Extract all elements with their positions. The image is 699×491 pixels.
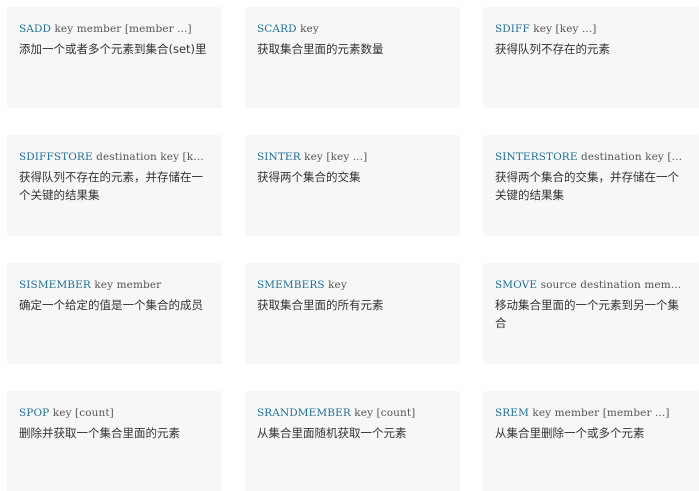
command-name: SREM (495, 407, 529, 419)
command-description: 删除并获取一个集合里面的元素 (19, 426, 180, 440)
command-description: 确定一个给定的值是一个集合的成员 (19, 298, 203, 312)
command-signature: SADD key member [member ...] (19, 21, 210, 37)
command-signature: SMEMBERS key (257, 277, 448, 293)
command-card-spop[interactable]: SPOP key [count] 删除并获取一个集合里面的元素 (7, 391, 222, 491)
command-args: key [key ...] (304, 151, 368, 163)
command-args: key (300, 23, 319, 35)
command-description: 从集合里面随机获取一个元素 (257, 426, 407, 440)
command-signature: SINTER key [key ...] (257, 149, 448, 165)
command-card-sismember[interactable]: SISMEMBER key member 确定一个给定的值是一个集合的成员 (7, 263, 222, 364)
command-signature: SISMEMBER key member (19, 277, 210, 293)
command-card-srandmember[interactable]: SRANDMEMBER key [count] 从集合里面随机获取一个元素 (245, 391, 460, 491)
command-card-sdiffstore[interactable]: SDIFFSTORE destination key [k… 获得队列不存在的元… (7, 135, 222, 236)
command-description: 获得队列不存在的元素，并存储在一个关键的结果集 (19, 170, 203, 202)
command-args: key [count] (354, 407, 416, 419)
command-name: SDIFF (495, 23, 530, 35)
command-description: 获得两个集合的交集，并存储在一个关键的结果集 (495, 170, 679, 202)
command-signature: SDIFFSTORE destination key [k… (19, 149, 210, 165)
command-args: destination key [k… (96, 151, 204, 163)
command-description: 添加一个或者多个元素到集合(set)里 (19, 42, 207, 56)
command-signature: SCARD key (257, 21, 448, 37)
command-description: 获得两个集合的交集 (257, 170, 361, 184)
command-name: SINTER (257, 151, 301, 163)
command-description: 获取集合里面的所有元素 (257, 298, 384, 312)
command-args: key member [member ...] (532, 407, 670, 419)
command-signature: SRANDMEMBER key [count] (257, 405, 448, 421)
command-signature: SMOVE source destination member (495, 277, 687, 293)
command-name: SINTERSTORE (495, 151, 578, 163)
command-args: destination key [… (581, 151, 683, 163)
command-card-smove[interactable]: SMOVE source destination member 移动集合里面的一… (483, 263, 699, 364)
command-name: SRANDMEMBER (257, 407, 351, 419)
command-args: key [key ...] (533, 23, 597, 35)
command-name: SCARD (257, 23, 297, 35)
command-args: key member [member ...] (54, 23, 192, 35)
command-description: 从集合里删除一个或多个元素 (495, 426, 645, 440)
command-name: SMOVE (495, 279, 538, 291)
command-description: 获取集合里面的元素数量 (257, 42, 384, 56)
command-name: SISMEMBER (19, 279, 91, 291)
command-card-sinterstore[interactable]: SINTERSTORE destination key [… 获得两个集合的交集… (483, 135, 699, 236)
command-name: SDIFFSTORE (19, 151, 93, 163)
command-name: SADD (19, 23, 52, 35)
command-description: 移动集合里面的一个元素到另一个集合 (495, 298, 679, 330)
command-card-sdiff[interactable]: SDIFF key [key ...] 获得队列不存在的元素 (483, 7, 699, 108)
command-args: key (328, 279, 347, 291)
command-card-smembers[interactable]: SMEMBERS key 获取集合里面的所有元素 (245, 263, 460, 364)
command-args: key [count] (52, 407, 114, 419)
command-name: SPOP (19, 407, 50, 419)
command-signature: SDIFF key [key ...] (495, 21, 687, 37)
command-card-scard[interactable]: SCARD key 获取集合里面的元素数量 (245, 7, 460, 108)
command-signature: SREM key member [member ...] (495, 405, 687, 421)
command-description: 获得队列不存在的元素 (495, 42, 610, 56)
command-args: source destination member (540, 279, 687, 291)
command-card-srem[interactable]: SREM key member [member ...] 从集合里删除一个或多个… (483, 391, 699, 491)
command-signature: SPOP key [count] (19, 405, 210, 421)
command-card-sinter[interactable]: SINTER key [key ...] 获得两个集合的交集 (245, 135, 460, 236)
command-name: SMEMBERS (257, 279, 325, 291)
command-signature: SINTERSTORE destination key [… (495, 149, 687, 165)
command-args: key member (94, 279, 162, 291)
command-card-sadd[interactable]: SADD key member [member ...] 添加一个或者多个元素到… (7, 7, 222, 108)
command-card-grid: SADD key member [member ...] 添加一个或者多个元素到… (0, 0, 699, 491)
